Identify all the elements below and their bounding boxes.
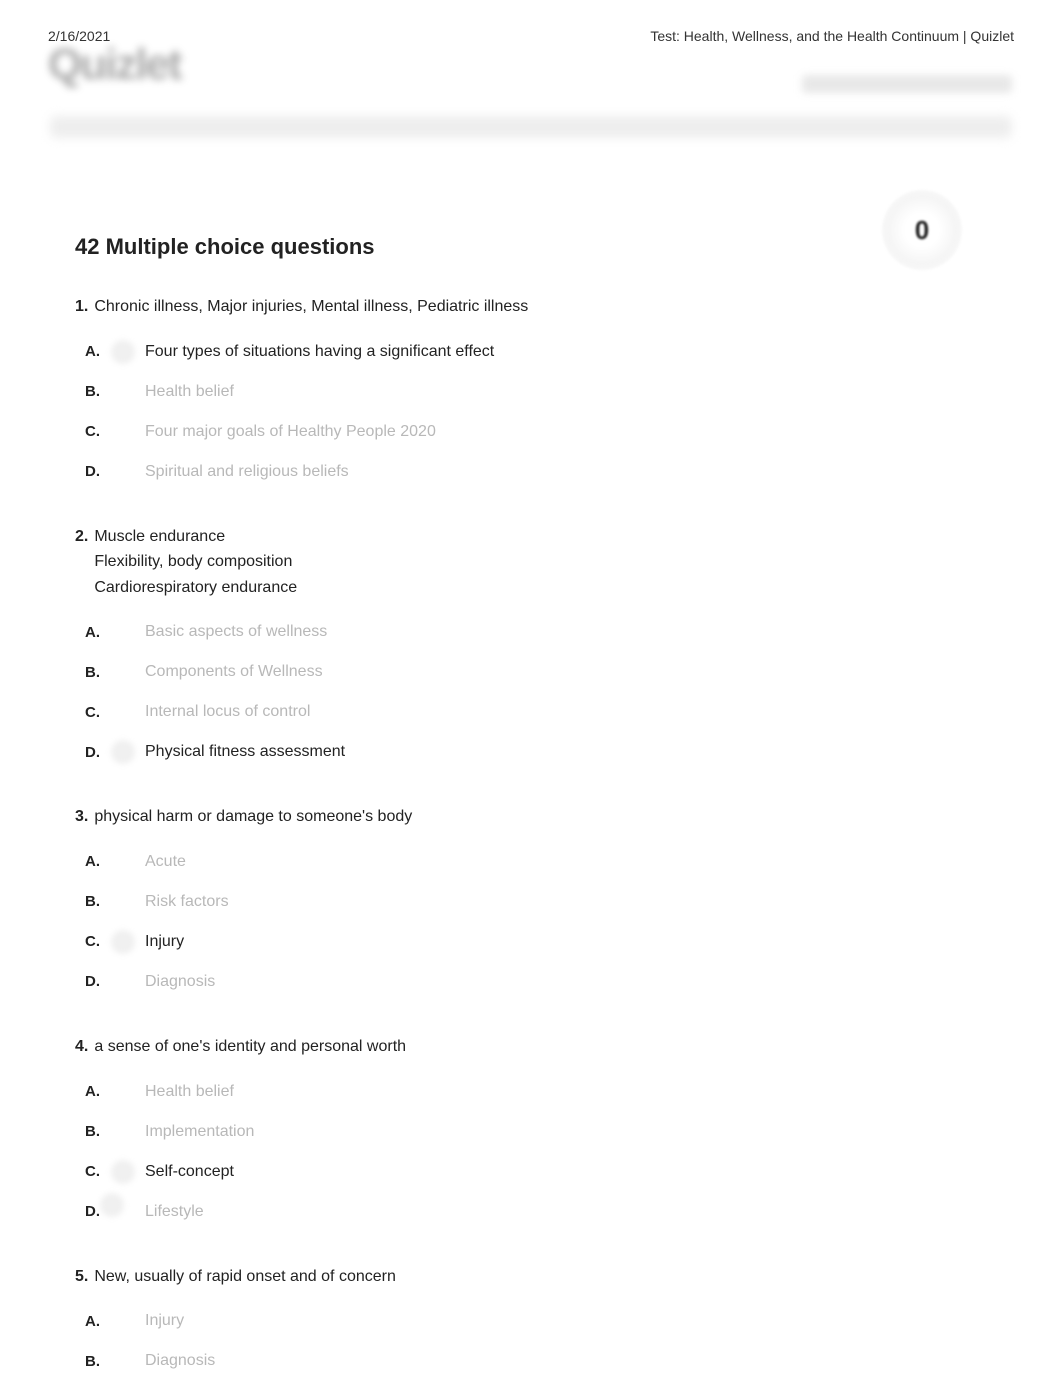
- option-letter: B.: [85, 664, 111, 681]
- option-marker: [111, 340, 135, 364]
- option-text: Implementation: [145, 1123, 254, 1141]
- partial-marker: [100, 1193, 134, 1217]
- option-letter: A.: [85, 343, 111, 360]
- quizlet-logo: Quizlet: [48, 40, 181, 90]
- option[interactable]: A. Four types of situations having a sign…: [75, 340, 987, 364]
- question-number: 4.: [75, 1034, 88, 1060]
- option-text: Acute: [145, 853, 186, 871]
- option[interactable]: D. Spiritual and religious beliefs: [75, 460, 987, 484]
- option-letter: D.: [85, 973, 111, 990]
- question-header: 3.physical harm or damage to someone's b…: [75, 804, 987, 830]
- option[interactable]: C. Internal locus of control: [75, 700, 987, 724]
- header-blur-right: [802, 75, 1012, 93]
- questions-container: 1.Chronic illness, Major injuries, Menta…: [75, 294, 987, 1373]
- score-value: 0: [915, 215, 929, 246]
- question-text: Chronic illness, Major injuries, Mental …: [94, 294, 528, 320]
- question: 1.Chronic illness, Major injuries, Menta…: [75, 294, 987, 484]
- option[interactable]: B. Risk factors: [75, 890, 987, 914]
- question: 2.Muscle enduranceFlexibility, body comp…: [75, 524, 987, 765]
- question-header: 5.New, usually of rapid onset and of con…: [75, 1264, 987, 1290]
- option-text: Four types of situations having a signif…: [145, 343, 494, 361]
- option-letter: B.: [85, 1123, 111, 1140]
- option[interactable]: B. Components of Wellness: [75, 660, 987, 684]
- option-text: Injury: [145, 933, 184, 951]
- option[interactable]: C. Self-concept: [75, 1160, 987, 1184]
- option-text: Health belief: [145, 1083, 234, 1101]
- option[interactable]: B. Implementation: [75, 1120, 987, 1144]
- option-letter: C.: [85, 933, 111, 950]
- score-badge: 0: [882, 190, 962, 270]
- option-letter: C.: [85, 704, 111, 721]
- question-text: a sense of one's identity and personal w…: [94, 1034, 406, 1060]
- option[interactable]: A. Basic aspects of wellness: [75, 620, 987, 644]
- option-text: Components of Wellness: [145, 663, 323, 681]
- option-letter: B.: [85, 893, 111, 910]
- question-header: 1.Chronic illness, Major injuries, Menta…: [75, 294, 987, 320]
- option-letter: A.: [85, 624, 111, 641]
- option[interactable]: A. Health belief: [75, 1080, 987, 1104]
- option-text: Risk factors: [145, 893, 229, 911]
- option[interactable]: D.Lifestyle: [75, 1200, 987, 1224]
- option-text: Physical fitness assessment: [145, 743, 345, 761]
- option-text: Diagnosis: [145, 973, 215, 991]
- question-header: 2.Muscle enduranceFlexibility, body comp…: [75, 524, 987, 601]
- question: 5.New, usually of rapid onset and of con…: [75, 1264, 987, 1374]
- option-letter: C.: [85, 1163, 111, 1180]
- question-number: 2.: [75, 524, 88, 601]
- option-letter: A.: [85, 1313, 111, 1330]
- option-text: Health belief: [145, 383, 234, 401]
- option-letter: C.: [85, 423, 111, 440]
- question-text: New, usually of rapid onset and of conce…: [94, 1264, 396, 1290]
- option-letter: D.: [85, 463, 111, 480]
- option-text: Self-concept: [145, 1163, 234, 1181]
- question-number: 3.: [75, 804, 88, 830]
- option[interactable]: D. Diagnosis: [75, 970, 987, 994]
- option-letter: A.: [85, 1083, 111, 1100]
- option-text: Basic aspects of wellness: [145, 623, 327, 641]
- option[interactable]: C. Four major goals of Healthy People 202…: [75, 420, 987, 444]
- option-letter: A.: [85, 853, 111, 870]
- option[interactable]: B. Diagnosis: [75, 1349, 987, 1373]
- question: 4.a sense of one's identity and personal…: [75, 1034, 987, 1224]
- option-letter: D.: [85, 744, 111, 761]
- option-marker: [111, 930, 135, 954]
- option-text: Four major goals of Healthy People 2020: [145, 423, 436, 441]
- option-letter: B.: [85, 1353, 111, 1370]
- divider-blur: [50, 116, 1012, 138]
- option-text: Injury: [145, 1312, 184, 1330]
- question: 3.physical harm or damage to someone's b…: [75, 804, 987, 994]
- option-marker: [111, 740, 135, 764]
- question-header: 4.a sense of one's identity and personal…: [75, 1034, 987, 1060]
- option-text: Internal locus of control: [145, 703, 310, 721]
- option-marker: [111, 1160, 135, 1184]
- option-text: Lifestyle: [145, 1203, 204, 1221]
- option-text: Spiritual and religious beliefs: [145, 463, 349, 481]
- question-number: 5.: [75, 1264, 88, 1290]
- question-text: physical harm or damage to someone's bod…: [94, 804, 412, 830]
- option[interactable]: A. Acute: [75, 850, 987, 874]
- option[interactable]: C. Injury: [75, 930, 987, 954]
- page-header: 2/16/2021 Test: Health, Wellness, and th…: [0, 0, 1062, 44]
- question-text: Muscle enduranceFlexibility, body compos…: [94, 524, 297, 601]
- option-letter: B.: [85, 383, 111, 400]
- question-number: 1.: [75, 294, 88, 320]
- section-title: 42 Multiple choice questions: [75, 234, 987, 260]
- option[interactable]: A. Injury: [75, 1309, 987, 1333]
- header-title: Test: Health, Wellness, and the Health C…: [650, 28, 1014, 44]
- option[interactable]: D. Physical fitness assessment: [75, 740, 987, 764]
- option[interactable]: B. Health belief: [75, 380, 987, 404]
- option-text: Diagnosis: [145, 1352, 215, 1370]
